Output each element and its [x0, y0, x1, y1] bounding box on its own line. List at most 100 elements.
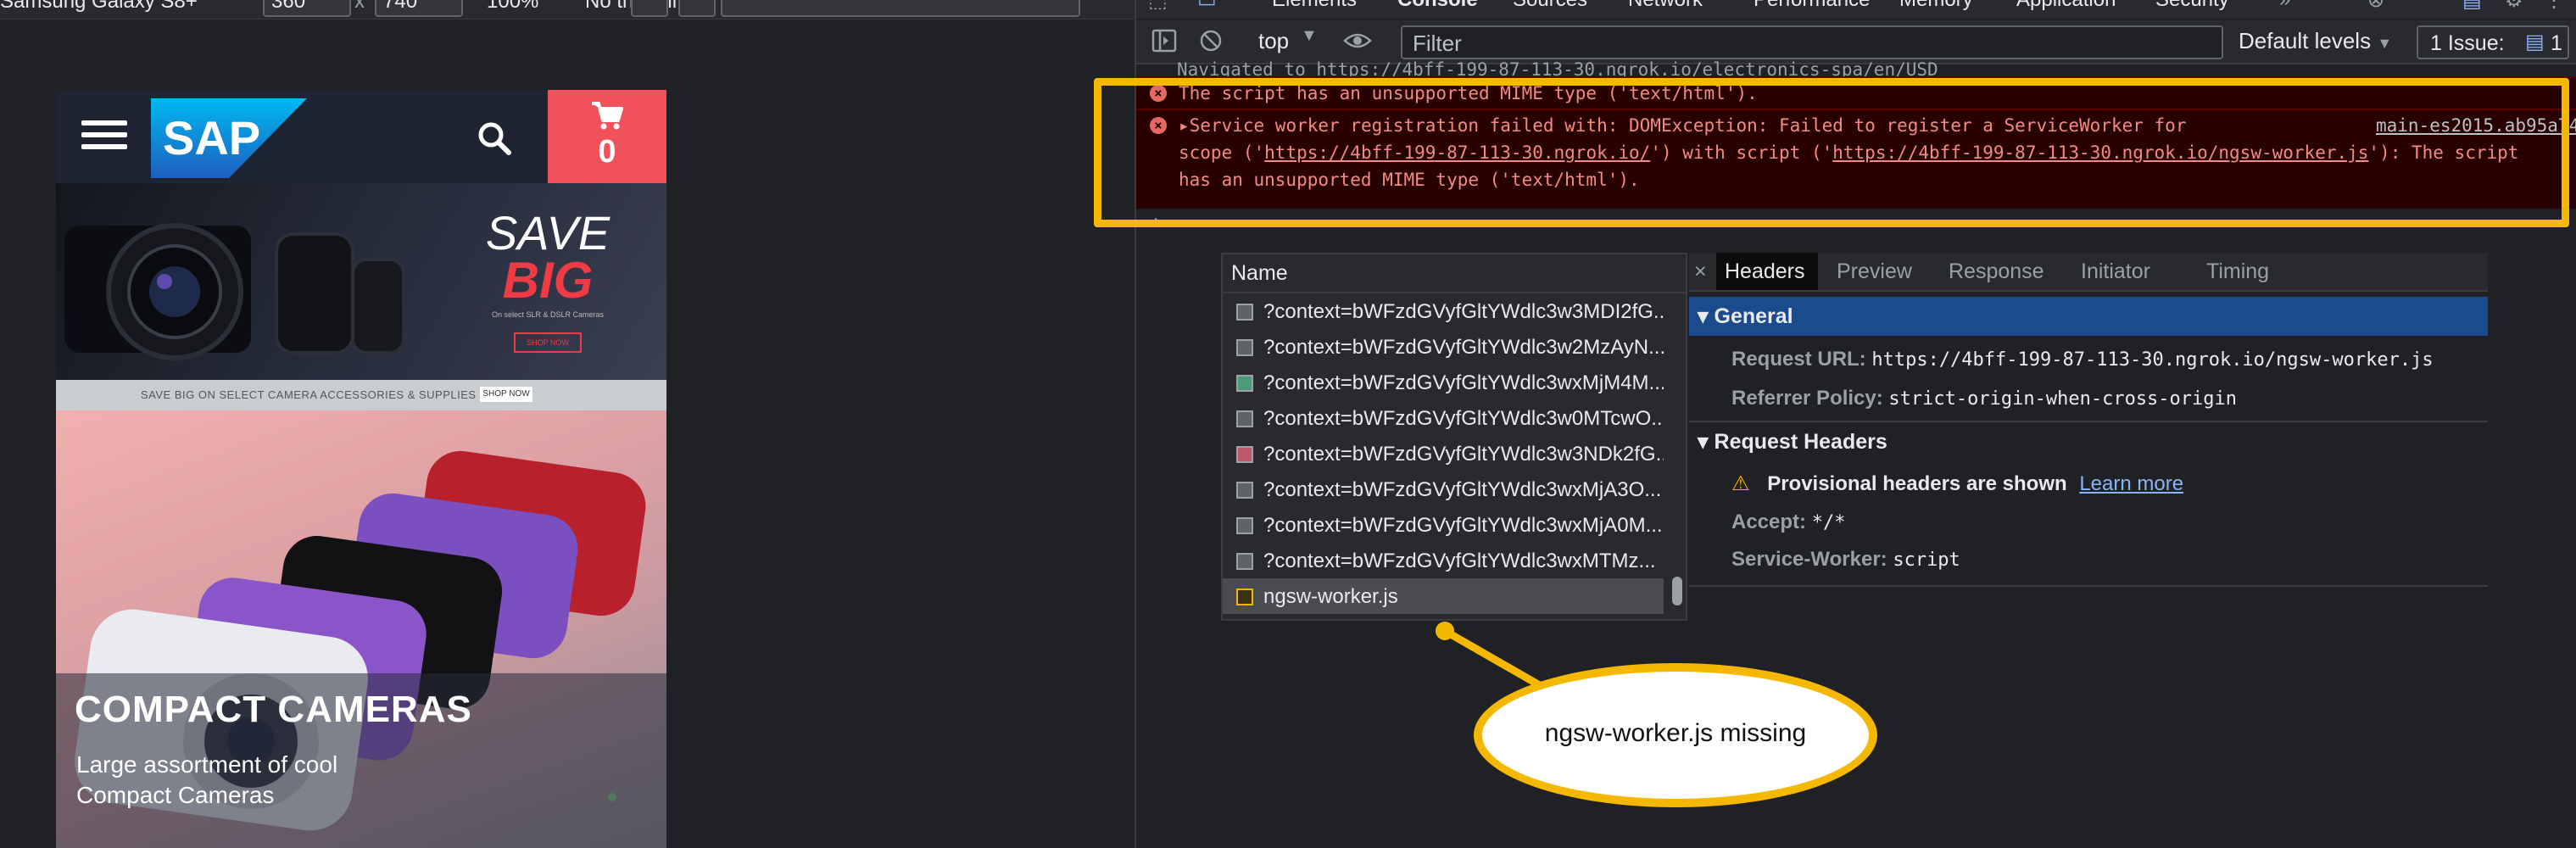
section-divider: [1689, 421, 2488, 422]
request-detail: × Headers Preview Response Initiator Tim…: [1689, 253, 2488, 621]
banner-small-text: On select SLR & DSLR Cameras: [491, 310, 605, 319]
more-menu-icon[interactable]: ⋮: [2544, 0, 2564, 13]
toolbar-slot[interactable]: [678, 0, 716, 17]
request-row[interactable]: ?context=bWFzdGVyfGltYWdlc3wxMTMz...: [1223, 543, 1664, 578]
section-divider: [1689, 585, 2488, 587]
error-highlight-box: [1094, 78, 2569, 227]
request-row[interactable]: ?context=bWFzdGVyfGltYWdlc3w2MzAyN...: [1223, 329, 1664, 365]
banner-shop-now-button[interactable]: SHOP NOW: [514, 332, 582, 353]
sap-logo[interactable]: SAP: [151, 98, 307, 178]
request-url-row: Request URL: https://4bff-199-87-113-30.…: [1731, 348, 2434, 371]
hamburger-menu-icon[interactable]: [73, 112, 134, 161]
toolbar-slot[interactable]: [631, 0, 668, 17]
image-file-icon: [1236, 304, 1253, 321]
promo-text: SAVE BIG ON SELECT CAMERA ACCESSORIES & …: [141, 388, 477, 401]
log-levels-select[interactable]: Default levels ▼: [2239, 28, 2392, 54]
zoom-select[interactable]: 100%: [487, 0, 538, 14]
network-inset: Name ?context=bWFzdGVyfGltYWdlc3w3MDI2fG…: [1221, 253, 2488, 621]
referrer-policy-row: Referrer Policy: strict-origin-when-cros…: [1731, 387, 2238, 410]
tab-application[interactable]: Application: [2016, 0, 2116, 12]
errors-counter-icon[interactable]: ⊗: [2367, 0, 2384, 13]
emulated-page: SAP 0 SAVE BIG On select SLR & DSLR Came…: [56, 90, 666, 848]
request-row-selected[interactable]: ngsw-worker.js: [1223, 578, 1664, 614]
image-file-icon: [1236, 482, 1253, 499]
tab-sources[interactable]: Sources: [1513, 0, 1587, 12]
request-headers-title[interactable]: ▾ Request Headers: [1698, 429, 1887, 455]
tab-elements[interactable]: Elements: [1272, 0, 1357, 12]
name-column-header[interactable]: Name: [1223, 254, 1686, 293]
image-file-icon: [1236, 375, 1253, 392]
request-row[interactable]: ?context=bWFzdGVyfGltYWdlc3w3NDk2fG...: [1223, 436, 1664, 471]
hero-banner-dslr[interactable]: SAVE BIG On select SLR & DSLR Cameras SH…: [56, 183, 666, 380]
media-query-bar[interactable]: [721, 0, 1080, 17]
settings-icon[interactable]: ⚙: [2505, 0, 2523, 13]
provisional-warning: ⚠ Provisional headers are shown Learn mo…: [1731, 472, 2184, 495]
image-file-icon: [1236, 553, 1253, 570]
tab-performance[interactable]: Performance: [1754, 0, 1870, 12]
width-input[interactable]: 360: [263, 0, 351, 17]
compact-caption: COMPACT CAMERAS Large assortment of cool…: [56, 673, 666, 848]
image-file-icon: [1236, 339, 1253, 356]
tab-preview[interactable]: Preview: [1837, 259, 1912, 284]
levels-dropdown-icon: ▼: [2377, 35, 2393, 52]
console-toolbar: top ▼ Default levels ▼ 1 Issue: ▤ 1: [1136, 20, 2576, 64]
filter-box: [1401, 25, 2223, 59]
callout-text: ngsw-worker.js missing: [1544, 719, 1807, 747]
request-list: Name ?context=bWFzdGVyfGltYWdlc3w3MDI2fG…: [1221, 253, 1687, 621]
warning-icon: ⚠: [1731, 472, 1750, 495]
general-title: ▾ General: [1698, 304, 1793, 328]
general-section-header[interactable]: ▾ General: [1689, 297, 2488, 336]
tab-security[interactable]: Security: [2155, 0, 2229, 12]
request-row[interactable]: ?context=bWFzdGVyfGltYWdlc3w3MDI2fG...: [1223, 293, 1664, 329]
issues-label: 1 Issue:: [2430, 31, 2505, 55]
tab-console[interactable]: Console: [1397, 0, 1478, 12]
request-row[interactable]: ?context=bWFzdGVyfGltYWdlc3wxMjA0M...: [1223, 507, 1664, 543]
learn-more-link[interactable]: Learn more: [2079, 472, 2183, 495]
dimension-separator: x: [354, 0, 365, 13]
request-row[interactable]: ?context=bWFzdGVyfGltYWdlc3w0MTcwO...: [1223, 400, 1664, 436]
image-file-icon: [1236, 446, 1253, 463]
compact-title: COMPACT CAMERAS: [75, 689, 472, 730]
banner-big-text: BIG: [502, 252, 594, 309]
tab-memory[interactable]: Memory: [1899, 0, 1973, 12]
close-detail-icon[interactable]: ×: [1694, 259, 1707, 284]
inspect-icon[interactable]: ⬚: [1148, 0, 1168, 13]
cart-button[interactable]: 0: [548, 90, 666, 183]
context-dropdown-icon[interactable]: ▼: [1301, 26, 1318, 46]
promo-shop-now-button[interactable]: SHOP NOW: [480, 387, 532, 402]
image-file-icon: [1236, 410, 1253, 427]
request-list-scrollbar[interactable]: [1672, 577, 1682, 605]
promo-strip: SAVE BIG ON SELECT CAMERA ACCESSORIES & …: [56, 380, 666, 410]
camera-lens-image: [64, 223, 405, 360]
clear-console-icon[interactable]: [1199, 29, 1223, 53]
device-select[interactable]: Samsung Galaxy S8+: [0, 0, 198, 14]
hero-banner-compact[interactable]: COMPACT CAMERAS Large assortment of cool…: [56, 410, 666, 848]
compact-subtitle: Large assortment of cool Compact Cameras: [76, 751, 338, 808]
sidebar-toggle-icon[interactable]: [1151, 29, 1177, 53]
more-tabs-icon[interactable]: »: [2279, 0, 2290, 12]
image-file-icon: [1236, 517, 1253, 534]
request-row[interactable]: ?context=bWFzdGVyfGltYWdlc3wxMjM4M...: [1223, 365, 1664, 400]
navigated-message: Navigated to https://4bff-199-87-113-30.…: [1177, 59, 1938, 76]
annotation-callout: ngsw-worker.js missing: [1474, 663, 1877, 807]
cart-icon: [592, 102, 623, 130]
issues-button[interactable]: 1 Issue: ▤ 1: [2417, 25, 2569, 59]
tab-headers[interactable]: Headers: [1716, 253, 1818, 290]
devtools-tabs: ⬚ ▭ Elements Console Sources Network Per…: [1136, 0, 2576, 19]
detail-tabs: × Headers Preview Response Initiator Tim…: [1689, 253, 2488, 292]
search-icon[interactable]: [471, 115, 519, 163]
script-file-icon: [1236, 589, 1253, 605]
tab-initiator[interactable]: Initiator: [2081, 259, 2150, 284]
accept-row: Accept: */*: [1731, 510, 1846, 533]
tab-response[interactable]: Response: [1949, 259, 2044, 284]
context-select[interactable]: top: [1258, 28, 1289, 54]
device-toolbar: Samsung Galaxy S8+ 360 x 740 100% No thr…: [0, 0, 1135, 20]
tab-network[interactable]: Network: [1628, 0, 1703, 12]
height-input[interactable]: 740: [375, 0, 463, 17]
tab-timing[interactable]: Timing: [2206, 259, 2269, 284]
request-row[interactable]: ?context=bWFzdGVyfGltYWdlc3wxMjA3O...: [1223, 471, 1664, 507]
live-expression-eye-icon[interactable]: [1343, 31, 1372, 51]
filter-input[interactable]: [1411, 31, 2211, 56]
issues-counter-icon[interactable]: ▤: [2462, 0, 2482, 13]
device-toggle-icon[interactable]: ▭: [1197, 0, 1217, 13]
